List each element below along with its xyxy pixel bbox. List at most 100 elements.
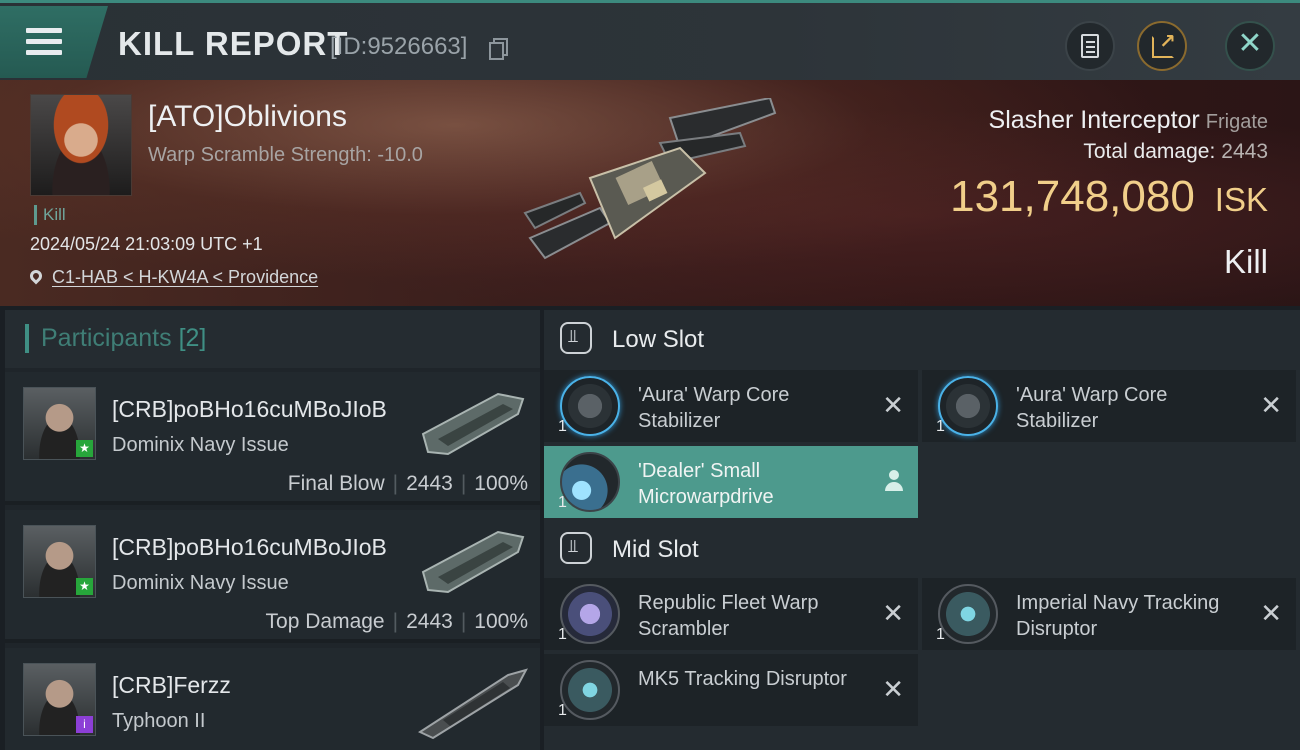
low-slot-label: Low Slot: [612, 326, 705, 353]
star-icon: ★: [76, 578, 93, 595]
participant-ship-image: [418, 668, 528, 740]
page-title: KILL REPORT: [118, 25, 349, 62]
kill-datetime: 2024/05/24 21:03:09 UTC +1: [30, 234, 263, 254]
participant-role: Top Damage: [265, 610, 385, 633]
close-icon: ✕: [1237, 27, 1263, 60]
menu-button[interactable]: [0, 6, 108, 78]
isk-unit: ISK: [1214, 181, 1268, 218]
module-name: 'Aura' Warp Core Stabilizer: [638, 384, 790, 432]
module-name: MK5 Tracking Disruptor: [638, 668, 847, 690]
participant-name: [CRB]poBHo16cuMBoJIoB: [112, 534, 387, 560]
participant-damage: 2443: [406, 472, 453, 495]
kill-location[interactable]: C1-HAB < H-KW4A < Providence: [27, 267, 318, 288]
tracking-disruptor-icon: [560, 660, 620, 720]
close-button[interactable]: ✕: [1225, 21, 1275, 71]
participants-header: Participants [2]: [5, 310, 540, 368]
avatar[interactable]: i: [23, 663, 96, 736]
destroyed-icon: ✕: [882, 390, 904, 420]
mid-slot-header: Mid Slot: [544, 520, 1300, 578]
warp-scrambler-icon: [560, 584, 620, 644]
module-name: 'Dealer' Small Microwarpdrive: [638, 460, 774, 508]
participant-ship-image: [421, 530, 525, 594]
participant-row[interactable]: ★ [CRB]poBHo16cuMBoJIoB Dominix Navy Iss…: [5, 510, 540, 643]
kill-outcome: Kill: [1223, 243, 1268, 280]
module-item[interactable]: 1 'Aura' Warp Core Stabilizer ✕: [922, 370, 1296, 442]
participant-row[interactable]: i [CRB]Ferzz Typhoon II: [5, 648, 540, 750]
warp-core-stabilizer-icon: [938, 376, 998, 436]
participant-ship: Dominix Navy Issue: [112, 572, 289, 594]
module-item[interactable]: 1 MK5 Tracking Disruptor ✕: [544, 654, 918, 726]
participant-name: [CRB]Ferzz: [112, 672, 231, 698]
report-id: [ID:9526663]: [330, 33, 468, 60]
header-bar: KILL REPORT [ID:9526663] ✕: [0, 0, 1300, 80]
mid-slot-label: Mid Slot: [612, 536, 699, 563]
participants-title: Participants [2]: [25, 324, 206, 353]
fitting-panel: Low Slot 1 'Aura' Warp Core Stabilizer ✕…: [544, 310, 1300, 750]
participant-ship-image: [421, 392, 525, 456]
module-name: Republic Fleet Warp Scrambler: [638, 592, 819, 640]
destroyed-icon: ✕: [1260, 598, 1282, 628]
participant-damage: 2443: [406, 610, 453, 633]
participant-ship: Typhoon II: [112, 710, 206, 732]
clipboard-button[interactable]: [1065, 21, 1115, 71]
kill-tag: Kill: [34, 205, 66, 225]
module-qty: 1: [558, 702, 567, 719]
isk-value: 131,748,080 ISK: [950, 172, 1268, 222]
victim-banner: [ATO]Oblivions Warp Scramble Strength: -…: [0, 80, 1300, 306]
participants-panel: Participants [2] ★ [CRB]poBHo16cuMBoJIoB…: [5, 310, 540, 750]
participant-ship: Dominix Navy Issue: [112, 434, 289, 456]
avatar[interactable]: ★: [23, 387, 96, 460]
victim-portrait[interactable]: [30, 94, 132, 196]
participant-role: Final Blow: [287, 472, 385, 495]
copy-icon[interactable]: [489, 38, 508, 60]
module-item[interactable]: 1 'Aura' Warp Core Stabilizer ✕: [544, 370, 918, 442]
module-qty: 1: [558, 494, 567, 511]
star-icon: ★: [76, 440, 93, 457]
destroyed-icon: ✕: [1260, 390, 1282, 420]
module-item[interactable]: 1 'Dealer' Small Microwarpdrive: [544, 446, 918, 518]
participant-stats: Top Damage | 2443 | 100%: [265, 610, 528, 633]
victim-name[interactable]: [ATO]Oblivions: [148, 100, 347, 134]
microwarpdrive-icon: [560, 452, 620, 512]
location-pin-icon: [27, 267, 45, 285]
clipboard-icon: [1081, 34, 1099, 58]
participant-row[interactable]: ★ [CRB]poBHo16cuMBoJIoB Dominix Navy Iss…: [5, 372, 540, 505]
victim-subtitle: Warp Scramble Strength: -10.0: [148, 144, 423, 166]
module-name: Imperial Navy Tracking Disruptor: [1016, 592, 1220, 640]
tracking-disruptor-icon: [938, 584, 998, 644]
location-link[interactable]: C1-HAB < H-KW4A < Providence: [52, 267, 318, 287]
share-button[interactable]: [1137, 21, 1187, 71]
participants-title-label: Participants: [41, 324, 172, 352]
module-qty: 1: [936, 418, 945, 435]
total-damage-value: 2443: [1221, 140, 1268, 163]
ship-class: Frigate: [1205, 111, 1268, 133]
participants-count: [2]: [178, 324, 207, 352]
hamburger-icon: [26, 28, 62, 56]
module-item[interactable]: 1 Imperial Navy Tracking Disruptor ✕: [922, 578, 1296, 650]
mid-slot-icon: [560, 532, 592, 564]
share-icon: [1152, 29, 1176, 58]
victim-ship-image: [523, 98, 777, 260]
low-slot-header: Low Slot: [544, 310, 1300, 368]
module-qty: 1: [936, 626, 945, 643]
warp-core-stabilizer-icon: [560, 376, 620, 436]
isk-amount: 131,748,080: [950, 172, 1195, 221]
participant-percent: 100%: [474, 472, 528, 495]
module-qty: 1: [558, 418, 567, 435]
avatar[interactable]: ★: [23, 525, 96, 598]
destroyed-icon: ✕: [882, 598, 904, 628]
person-icon: [884, 470, 904, 494]
total-damage-label: Total damage:: [1083, 140, 1216, 163]
participant-stats: Final Blow | 2443 | 100%: [287, 472, 528, 495]
participant-percent: 100%: [474, 610, 528, 633]
module-item[interactable]: 1 Republic Fleet Warp Scrambler ✕: [544, 578, 918, 650]
module-qty: 1: [558, 626, 567, 643]
low-slot-icon: [560, 322, 592, 354]
total-damage: Total damage: 2443: [1083, 140, 1268, 164]
destroyed-icon: ✕: [882, 674, 904, 704]
victim-ship[interactable]: Slasher Interceptor Frigate: [989, 106, 1268, 135]
info-icon: i: [76, 716, 93, 733]
ship-name: Slasher Interceptor: [988, 106, 1200, 134]
module-name: 'Aura' Warp Core Stabilizer: [1016, 384, 1168, 432]
participant-name: [CRB]poBHo16cuMBoJIoB: [112, 396, 387, 422]
